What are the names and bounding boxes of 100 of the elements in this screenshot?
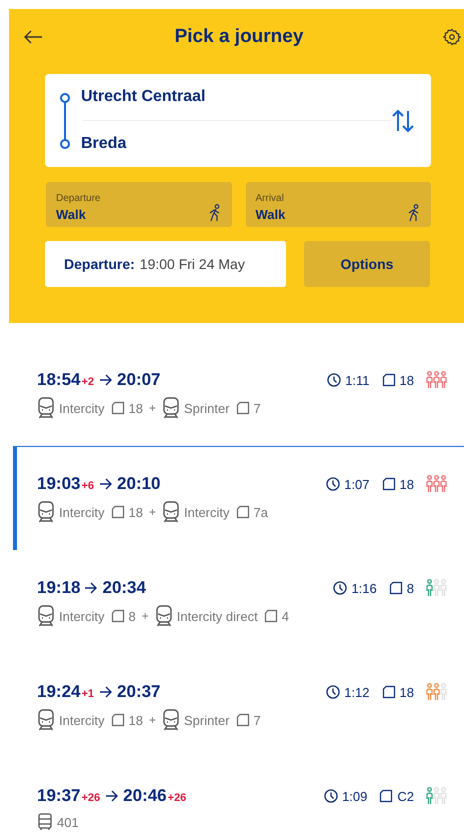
page-title: Pick a journey bbox=[174, 26, 304, 48]
train-icon bbox=[154, 605, 173, 627]
service-name: 401 bbox=[57, 814, 79, 830]
arrival-time: 20:46 bbox=[123, 786, 167, 806]
arrival-time: 20:37 bbox=[117, 682, 161, 702]
arrow-icon bbox=[99, 686, 114, 698]
departure-time: 19:03 bbox=[37, 474, 80, 494]
mode-value: Walk bbox=[256, 207, 286, 222]
platform-number: 18 bbox=[128, 400, 143, 416]
departure-time: 19:24 bbox=[37, 682, 80, 702]
train-icon bbox=[162, 397, 180, 419]
platform-icon bbox=[236, 505, 250, 519]
arrow-icon bbox=[84, 582, 98, 594]
journey-option[interactable]: 19:37+26 20:46+26 1:09 C2 401 bbox=[13, 758, 464, 831]
delay-label: +2 bbox=[81, 376, 94, 388]
departure-time-button[interactable]: Departure: 19:00 Fri 24 May bbox=[45, 241, 286, 287]
origin-station[interactable]: Utrecht Centraal bbox=[81, 84, 391, 110]
settings-icon[interactable] bbox=[443, 28, 461, 46]
travel-duration: 1:16 bbox=[351, 580, 377, 596]
departure-time: 18:54 bbox=[37, 370, 80, 390]
train-icon bbox=[162, 709, 180, 731]
arrow-icon bbox=[99, 374, 114, 386]
travel-duration: 1:11 bbox=[345, 372, 370, 388]
clock-icon bbox=[326, 477, 340, 491]
train-icon bbox=[162, 501, 180, 523]
clock-icon bbox=[324, 789, 338, 803]
travel-duration: 1:09 bbox=[342, 788, 368, 804]
platform-icon bbox=[379, 789, 394, 803]
journey-option[interactable]: 19:03+6 20:10 1:07 18 Intercity 18 + Intercity 7a bbox=[13, 446, 464, 550]
swap-icon[interactable] bbox=[391, 108, 415, 132]
departure-time: 19:37 bbox=[37, 786, 80, 806]
arrival-time: 20:10 bbox=[117, 474, 161, 494]
route-line-icon bbox=[59, 92, 71, 148]
clock-icon bbox=[327, 373, 342, 387]
service-name: Intercity bbox=[59, 712, 105, 728]
bus-icon bbox=[37, 813, 53, 831]
delay-label: +1 bbox=[81, 688, 94, 700]
departure-mode-field[interactable]: Departure Walk bbox=[46, 182, 232, 227]
delay-label: +6 bbox=[81, 480, 94, 492]
delay-label: +26 bbox=[168, 792, 186, 804]
service-name: Intercity bbox=[59, 400, 105, 416]
options-button[interactable]: Options bbox=[304, 241, 430, 287]
arrival-time: 20:34 bbox=[102, 578, 146, 598]
departure-time: 19:18 bbox=[37, 578, 80, 598]
service-name: Intercity bbox=[184, 504, 230, 520]
arrival-time: 20:07 bbox=[117, 370, 161, 390]
travel-duration: 1:07 bbox=[344, 476, 370, 492]
service-name: Intercity direct bbox=[176, 608, 258, 624]
platform-icon bbox=[382, 685, 396, 699]
mode-value: Walk bbox=[56, 207, 87, 222]
platform-number: 18 bbox=[400, 684, 414, 700]
plus-sign: + bbox=[148, 713, 156, 727]
plus-sign: + bbox=[142, 609, 149, 623]
arrow-icon bbox=[105, 790, 120, 802]
plus-sign: + bbox=[148, 505, 156, 519]
platform-icon bbox=[236, 401, 250, 415]
platform-icon bbox=[236, 713, 250, 727]
platform-icon bbox=[110, 713, 125, 727]
platform-icon bbox=[110, 505, 125, 519]
platform-number: 7 bbox=[254, 712, 261, 728]
platform-number: 7a bbox=[254, 504, 268, 520]
service-name: Intercity bbox=[59, 608, 105, 624]
service-name: Sprinter bbox=[184, 712, 230, 728]
mode-label: Departure bbox=[56, 193, 100, 204]
train-icon bbox=[37, 709, 55, 731]
train-icon bbox=[37, 397, 55, 419]
travel-duration: 1:12 bbox=[344, 684, 370, 700]
arrow-icon bbox=[99, 478, 114, 490]
service-name: Intercity bbox=[59, 504, 105, 520]
clock-icon bbox=[326, 685, 340, 699]
platform-icon bbox=[110, 609, 125, 623]
platform-number: 8 bbox=[128, 608, 136, 624]
walking-icon bbox=[407, 204, 421, 222]
arrival-mode-field[interactable]: Arrival Walk bbox=[246, 182, 431, 227]
plus-sign: + bbox=[148, 401, 156, 415]
journey-option[interactable]: 19:18 20:34 1:16 8 Intercity 8 + Intercity direct 4 bbox=[13, 550, 464, 654]
platform-icon bbox=[382, 477, 396, 491]
walking-icon bbox=[208, 204, 222, 222]
journey-option[interactable]: 19:24+1 20:37 1:12 18 Intercity 18 + Sprinter 7 bbox=[13, 654, 464, 758]
service-name: Sprinter bbox=[184, 400, 230, 416]
platform-number: 8 bbox=[406, 580, 414, 596]
mode-label: Arrival bbox=[256, 193, 285, 204]
platform-icon bbox=[264, 609, 278, 623]
train-icon bbox=[37, 501, 55, 523]
platform-number: 4 bbox=[282, 608, 289, 624]
platform-number: C2 bbox=[397, 788, 414, 804]
back-icon[interactable] bbox=[23, 29, 43, 45]
platform-icon bbox=[388, 581, 403, 595]
delay-label: +26 bbox=[81, 792, 100, 804]
destination-station[interactable]: Breda bbox=[81, 131, 391, 157]
platform-icon bbox=[382, 373, 396, 387]
platform-number: 18 bbox=[400, 476, 414, 492]
platform-number: 18 bbox=[128, 712, 143, 728]
train-icon bbox=[37, 605, 55, 627]
clock-icon bbox=[333, 581, 348, 595]
platform-number: 18 bbox=[128, 504, 143, 520]
platform-icon bbox=[110, 401, 125, 415]
platform-number: 18 bbox=[400, 372, 414, 388]
platform-number: 7 bbox=[254, 400, 261, 416]
journey-option[interactable]: 18:54+2 20:07 1:11 18 Intercity 18 + Sprinter 7 bbox=[13, 342, 464, 446]
